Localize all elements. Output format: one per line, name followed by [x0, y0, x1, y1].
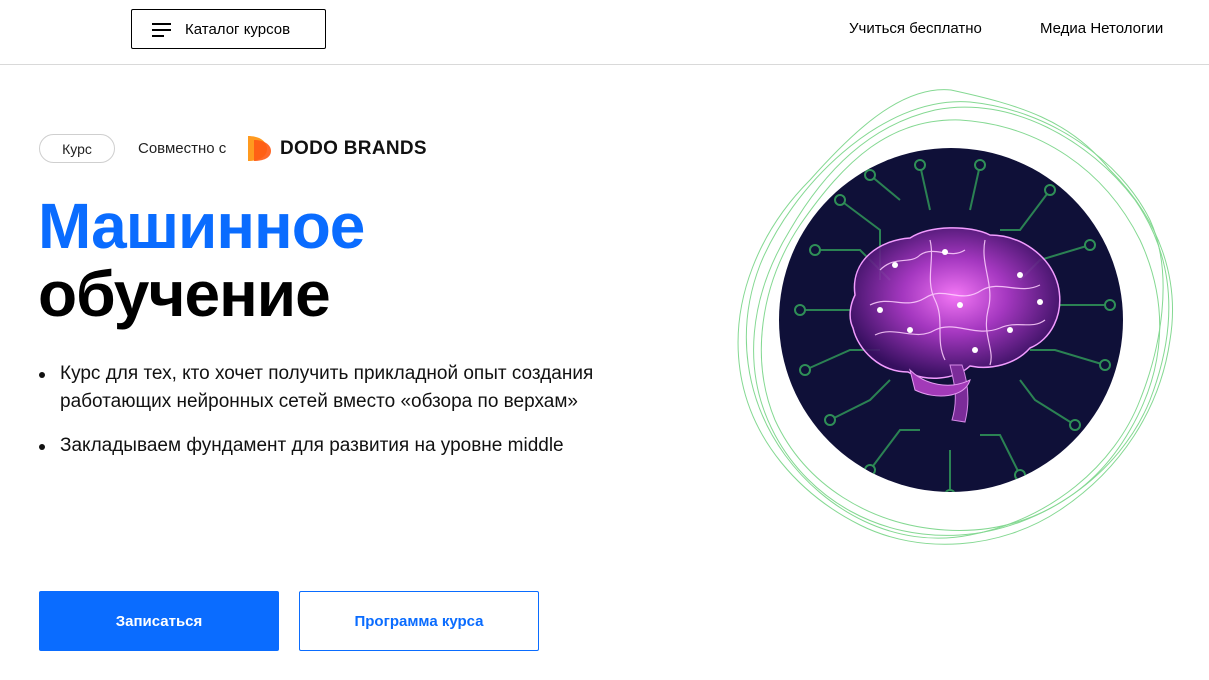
- course-program-button[interactable]: Программа курса: [299, 591, 539, 651]
- site-header: Каталог курсов Учиться бесплатно Медиа Н…: [0, 0, 1209, 65]
- partner-prefix: Совместно с: [138, 140, 227, 157]
- partner-name: DODO BRANDS: [280, 138, 427, 159]
- list-item: Закладываем фундамент для развития на ур…: [38, 432, 598, 460]
- dodo-brands-logo: [248, 136, 271, 161]
- burger-menu-icon: [152, 23, 171, 37]
- page-title-line-2: обучение: [38, 258, 331, 330]
- course-type-badge: Курс: [39, 134, 115, 163]
- catalog-button-label: Каталог курсов: [185, 21, 291, 38]
- course-benefits-list: Курс для тех, кто хочет получить приклад…: [38, 360, 598, 476]
- enroll-button[interactable]: Записаться: [39, 591, 279, 651]
- catalog-button[interactable]: Каталог курсов: [131, 9, 326, 49]
- page-title-line-1: Машинное: [38, 190, 365, 262]
- nav-link-media[interactable]: Медиа Нетологии: [1040, 20, 1163, 37]
- list-item: Курс для тех, кто хочет получить приклад…: [38, 360, 598, 416]
- brain-circuit-illustration: [737, 89, 1173, 545]
- nav-link-learn-free[interactable]: Учиться бесплатно: [849, 20, 982, 37]
